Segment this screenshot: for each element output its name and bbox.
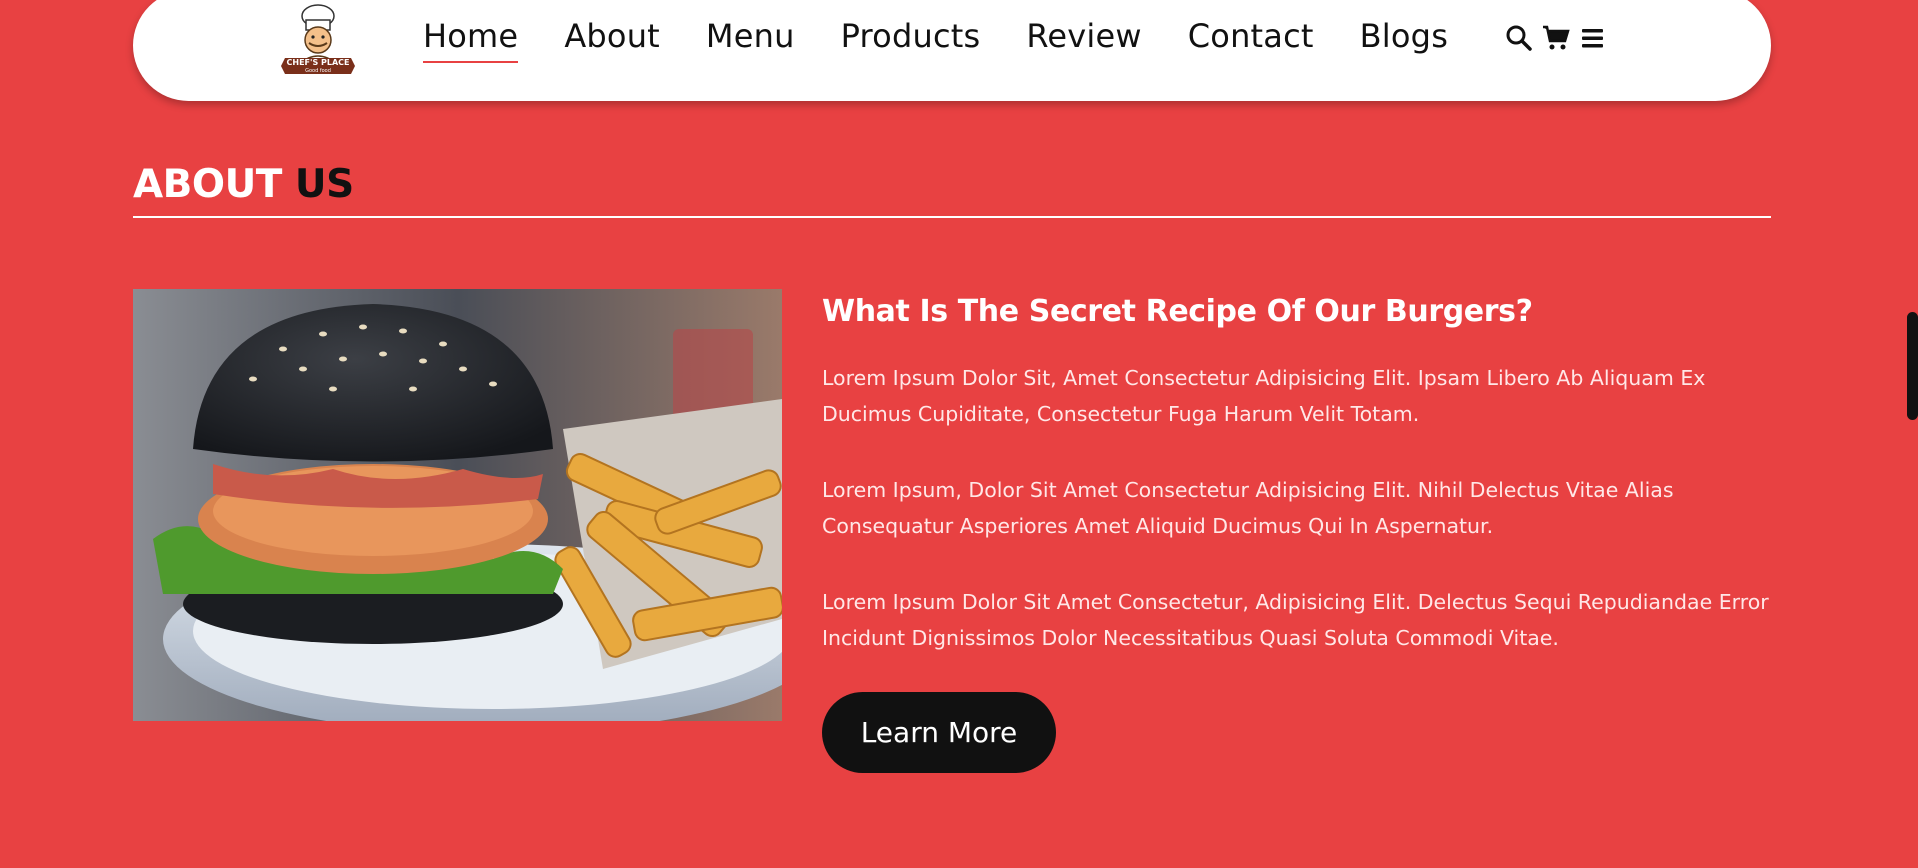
section-divider [133,216,1771,218]
search-icon[interactable] [1505,24,1533,52]
section-title-part1: ABOUT [133,162,282,207]
logo-text: CHEF'S PLACE [287,58,350,67]
about-content: What Is The Secret Recipe Of Our Burgers… [822,290,1782,696]
nav-menu[interactable]: Menu [706,13,795,63]
menu-icon[interactable] [1579,24,1607,52]
main-nav: Home About Menu Products Review Contact … [423,10,1494,66]
scrollbar[interactable] [1905,0,1918,868]
nav-products[interactable]: Products [841,13,981,63]
nav-review[interactable]: Review [1026,13,1141,63]
section-title-part2: US [294,162,354,207]
about-paragraph-1: Lorem Ipsum Dolor Sit, Amet Consectetur … [822,366,1706,426]
cart-icon[interactable] [1542,24,1570,52]
nav-contact[interactable]: Contact [1188,13,1314,63]
logo-subtext: Good food [305,68,331,74]
nav-icons [1505,24,1616,52]
section-title: ABOUT US [133,162,354,207]
learn-more-button[interactable]: Learn More [822,692,1056,773]
nav-about[interactable]: About [564,13,660,63]
nav-blogs[interactable]: Blogs [1360,13,1448,63]
about-paragraph-3: Lorem Ipsum Dolor Sit Amet Consectetur, … [822,590,1769,650]
nav-home[interactable]: Home [423,13,519,63]
burger-image [133,289,782,721]
navbar: CHEF'S PLACE Good food Home About Menu P… [133,0,1771,101]
scrollbar-thumb[interactable] [1907,312,1918,420]
chefs-place-logo[interactable]: CHEF'S PLACE Good food [275,2,361,86]
about-heading: What Is The Secret Recipe Of Our Burgers… [822,294,1533,329]
about-paragraph-2: Lorem Ipsum, Dolor Sit Amet Consectetur … [822,478,1674,538]
